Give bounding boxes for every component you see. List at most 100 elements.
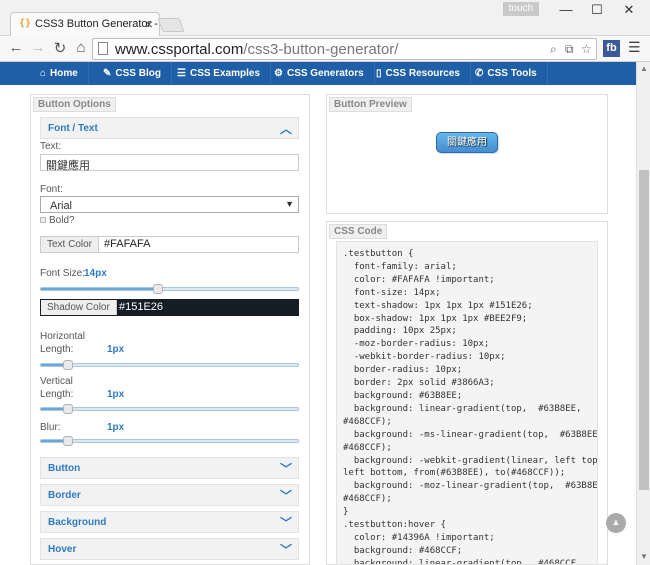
preview-button[interactable]: 關鍵應用 bbox=[436, 132, 498, 153]
shadow-color-label: Shadow Color bbox=[41, 300, 117, 315]
accordion-border[interactable]: Border ﹀ bbox=[40, 484, 299, 506]
nav-css-generators[interactable]: ⚙ CSS Generators bbox=[264, 62, 375, 85]
translate-icon[interactable]: ⧉ bbox=[565, 42, 574, 57]
home-button-icon[interactable]: ⌂ bbox=[71, 39, 91, 56]
chevron-down-icon: ﹀ bbox=[279, 462, 292, 476]
font-select[interactable]: Arial ▼ bbox=[40, 196, 299, 213]
browser-tab[interactable]: {} CSS3 Button Generator - × bbox=[10, 12, 160, 36]
minimize-button[interactable]: — bbox=[551, 2, 581, 17]
forward-arrow-icon[interactable]: → bbox=[28, 39, 48, 56]
slider-fill bbox=[41, 288, 157, 290]
vertical-length-label: Length: bbox=[40, 389, 74, 400]
nav-css-examples[interactable]: ☰ CSS Examples bbox=[167, 62, 272, 85]
horizontal-length-slider[interactable] bbox=[40, 360, 299, 370]
horizontal-value: 1px bbox=[107, 344, 125, 355]
shadow-color-field[interactable]: Shadow Color #151E26 bbox=[40, 299, 299, 316]
site-favicon-icon: {} bbox=[19, 18, 32, 29]
blur-label: Blur: bbox=[40, 422, 61, 433]
nav-label: CSS Tools bbox=[487, 68, 537, 79]
panel-title: Button Preview bbox=[329, 97, 412, 112]
search-icon[interactable]: ⌕ bbox=[550, 42, 557, 57]
panel-title: Button Options bbox=[33, 97, 116, 112]
scroll-down-icon[interactable]: ▼ bbox=[640, 552, 648, 561]
maximize-button[interactable]: ☐ bbox=[582, 2, 612, 18]
vertical-value: 1px bbox=[107, 389, 125, 400]
address-bar[interactable]: www.cssportal.com/css3-button-generator/… bbox=[92, 38, 597, 60]
blur-slider[interactable] bbox=[40, 436, 299, 446]
chevron-down-icon: ﹀ bbox=[279, 516, 292, 530]
text-label: Text: bbox=[40, 141, 62, 152]
nav-label: CSS Generators bbox=[286, 68, 364, 79]
accordion-label: Font / Text bbox=[48, 123, 98, 134]
accordion-label: Background bbox=[48, 517, 107, 528]
chevron-up-icon: ︿ bbox=[279, 122, 292, 136]
page-scrollbar[interactable]: ▲ ▼ bbox=[636, 62, 650, 565]
nav-home[interactable]: ⌂ Home bbox=[30, 62, 89, 85]
tab-title: CSS3 Button Generator - bbox=[35, 18, 158, 30]
bold-label: Bold? bbox=[49, 215, 75, 226]
accordion-label: Hover bbox=[48, 544, 77, 555]
slider-handle[interactable] bbox=[63, 404, 73, 414]
url-host: www.cssportal.com bbox=[115, 41, 244, 58]
button-text-input[interactable]: 關鍵應用 bbox=[40, 154, 299, 172]
accordion-label: Border bbox=[48, 490, 81, 501]
blur-value: 1px bbox=[107, 422, 125, 433]
font-size-label: Font Size: bbox=[40, 268, 86, 279]
url-path: /css3-button-generator/ bbox=[243, 41, 399, 58]
bold-checkbox[interactable] bbox=[40, 217, 46, 223]
accordion-font-text[interactable]: Font / Text ︿ bbox=[40, 117, 299, 139]
text-color-field[interactable]: Text Color #FAFAFA bbox=[40, 236, 299, 253]
chevron-down-icon: ﹀ bbox=[279, 489, 292, 503]
scrollbar-thumb[interactable] bbox=[639, 170, 649, 490]
profile-badge[interactable]: touch bbox=[503, 2, 539, 16]
reload-icon[interactable]: ↻ bbox=[50, 39, 70, 57]
wrench-icon: ✆ bbox=[475, 68, 484, 79]
font-select-value: Arial bbox=[50, 200, 73, 212]
nav-label: CSS Resources bbox=[385, 68, 460, 79]
css-code-text: .testbutton { font-family: arial; color:… bbox=[343, 249, 598, 565]
scroll-up-icon[interactable]: ▲ bbox=[640, 64, 648, 73]
browser-toolbar: ← → ↻ ⌂ www.cssportal.com/css3-button-ge… bbox=[0, 36, 650, 62]
home-icon: ⌂ bbox=[40, 68, 47, 79]
font-size-slider[interactable] bbox=[40, 284, 299, 294]
slider-handle[interactable] bbox=[63, 436, 73, 446]
site-nav-bar: ⌂ Home ✎ CSS Blog ☰ CSS Examples ⚙ CSS Gener… bbox=[0, 62, 636, 85]
horizontal-length-label: Length: bbox=[40, 344, 74, 355]
list-icon: ☰ bbox=[177, 68, 186, 79]
horizontal-label: Horizontal bbox=[40, 331, 86, 342]
accordion-label: Button bbox=[48, 463, 81, 474]
nav-css-blog[interactable]: ✎ CSS Blog bbox=[93, 62, 172, 85]
page-icon bbox=[98, 42, 108, 55]
dropdown-caret-icon: ▼ bbox=[285, 199, 294, 209]
tab-close-icon[interactable]: × bbox=[145, 16, 153, 32]
browser-menu-icon[interactable]: ☰ bbox=[628, 39, 641, 56]
font-size-value: 14px bbox=[84, 268, 107, 279]
chevron-down-icon: ﹀ bbox=[279, 543, 292, 557]
accordion-button[interactable]: Button ﹀ bbox=[40, 457, 299, 479]
nav-css-tools[interactable]: ✆ CSS Tools bbox=[465, 62, 548, 85]
gear-icon: ⚙ bbox=[274, 68, 283, 79]
css-code-box[interactable]: .testbutton { font-family: arial; color:… bbox=[336, 241, 598, 565]
facebook-extension-icon[interactable]: fb bbox=[603, 40, 620, 57]
accordion-background[interactable]: Background ﹀ bbox=[40, 511, 299, 533]
accordion-hover[interactable]: Hover ﹀ bbox=[40, 538, 299, 560]
slider-handle[interactable] bbox=[63, 360, 73, 370]
nav-label: CSS Blog bbox=[115, 68, 161, 79]
url-text: www.cssportal.com/css3-button-generator/ bbox=[115, 41, 398, 58]
browser-title-bar: {} CSS3 Button Generator - × touch — ☐ ✕ bbox=[0, 0, 650, 36]
new-tab-button[interactable] bbox=[157, 18, 185, 32]
vertical-label: Vertical bbox=[40, 376, 73, 387]
text-color-label: Text Color bbox=[41, 237, 100, 252]
scroll-to-top-button[interactable]: ▲ bbox=[606, 513, 626, 533]
nav-css-resources[interactable]: ▯ CSS Resources bbox=[366, 62, 471, 85]
close-window-button[interactable]: ✕ bbox=[614, 2, 644, 18]
bookmark-star-icon[interactable]: ☆ bbox=[581, 42, 592, 56]
shadow-color-value: #151E26 bbox=[119, 301, 164, 313]
font-label: Font: bbox=[40, 184, 63, 195]
slider-handle[interactable] bbox=[153, 284, 163, 294]
panel-title: CSS Code bbox=[329, 224, 388, 239]
pencil-icon: ✎ bbox=[103, 68, 112, 79]
back-arrow-icon[interactable]: ← bbox=[6, 39, 26, 56]
vertical-length-slider[interactable] bbox=[40, 404, 299, 414]
button-preview-panel: Button Preview bbox=[326, 94, 608, 214]
